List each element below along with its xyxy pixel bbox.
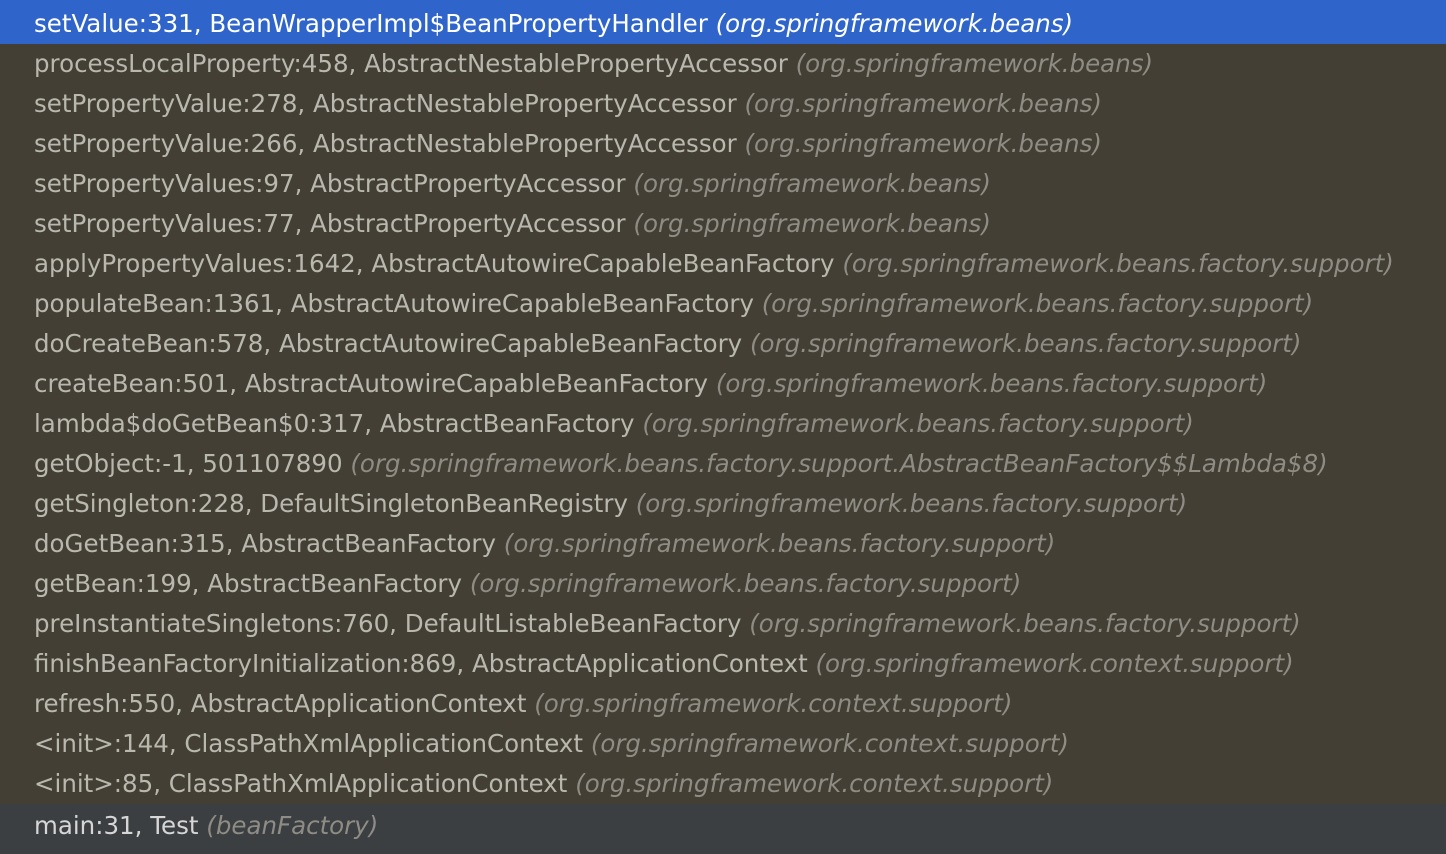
frame-location: getObject:-1, 501107890 [34, 449, 343, 478]
frame-location: setPropertyValues:77, AbstractPropertyAc… [34, 209, 626, 238]
frame-location: <init>:144, ClassPathXmlApplicationConte… [34, 729, 584, 758]
frame-package: (org.springframework.beans.factory.suppo… [469, 569, 1022, 598]
stack-frame-row[interactable]: <init>:85, ClassPathXmlApplicationContex… [0, 764, 1446, 804]
stack-frame-row[interactable]: getBean:199, AbstractBeanFactory (org.sp… [0, 564, 1446, 604]
stack-frame-row[interactable]: doCreateBean:578, AbstractAutowireCapabl… [0, 324, 1446, 364]
frame-location: preInstantiateSingletons:760, DefaultLis… [34, 609, 742, 638]
stack-frame-row[interactable]: setPropertyValue:266, AbstractNestablePr… [0, 124, 1446, 164]
frame-package: (org.springframework.beans.factory.suppo… [842, 249, 1394, 278]
frame-location: setPropertyValue:266, AbstractNestablePr… [34, 129, 737, 158]
frame-package: (org.springframework.beans) [633, 169, 991, 198]
stack-frame-row[interactable]: lambda$doGetBean$0:317, AbstractBeanFact… [0, 404, 1446, 444]
stack-frame-row-user-code[interactable]: main:31, Test (beanFactory) [0, 804, 1446, 854]
stack-frame-row[interactable]: setPropertyValue:278, AbstractNestablePr… [0, 84, 1446, 124]
frame-location: createBean:501, AbstractAutowireCapableB… [34, 369, 709, 398]
frame-package: (org.springframework.beans) [744, 129, 1102, 158]
stack-frame-row[interactable]: setValue:331, BeanWrapperImpl$BeanProper… [0, 4, 1446, 44]
stack-frame-row[interactable]: getSingleton:228, DefaultSingletonBeanRe… [0, 484, 1446, 524]
frame-package: (org.springframework.beans.factory.suppo… [503, 529, 1056, 558]
stack-frame-row[interactable]: applyPropertyValues:1642, AbstractAutowi… [0, 244, 1446, 284]
frame-package: (org.springframework.beans) [633, 209, 991, 238]
frame-package: (org.springframework.beans) [795, 49, 1154, 78]
frame-location: doCreateBean:578, AbstractAutowireCapabl… [34, 329, 743, 358]
frame-location: getBean:199, AbstractBeanFactory [34, 569, 463, 598]
frame-location: lambda$doGetBean$0:317, AbstractBeanFact… [34, 409, 635, 438]
frame-location: main:31, Test [34, 811, 199, 840]
stack-frame-row[interactable]: doGetBean:315, AbstractBeanFactory (org.… [0, 524, 1446, 564]
stack-frame-row[interactable]: createBean:501, AbstractAutowireCapableB… [0, 364, 1446, 404]
frame-location: setValue:331, BeanWrapperImpl$BeanProper… [34, 9, 708, 38]
stack-frame-row[interactable]: getObject:-1, 501107890 (org.springframe… [0, 444, 1446, 484]
stack-frame-row[interactable]: setPropertyValues:77, AbstractPropertyAc… [0, 204, 1446, 244]
stack-frame-row[interactable]: processLocalProperty:458, AbstractNestab… [0, 44, 1446, 84]
frame-package: (org.springframework.beans.factory.suppo… [642, 409, 1194, 438]
frame-location: finishBeanFactoryInitialization:869, Abs… [34, 649, 808, 678]
frame-location: processLocalProperty:458, AbstractNestab… [34, 49, 788, 78]
frame-package: (org.springframework.context.support) [575, 769, 1054, 798]
stack-frame-row[interactable]: preInstantiateSingletons:760, DefaultLis… [0, 604, 1446, 644]
frame-location: setPropertyValues:97, AbstractPropertyAc… [34, 169, 626, 198]
stack-frames-panel: setValue:331, BeanWrapperImpl$BeanProper… [0, 0, 1446, 854]
stack-frame-row[interactable]: refresh:550, AbstractApplicationContext … [0, 684, 1446, 724]
frame-location: <init>:85, ClassPathXmlApplicationContex… [34, 769, 568, 798]
frame-package: (org.springframework.beans.factory.suppo… [749, 609, 1301, 638]
frame-package: (org.springframework.beans.factory.suppo… [350, 449, 1328, 478]
stack-frame-row[interactable]: populateBean:1361, AbstractAutowireCapab… [0, 284, 1446, 324]
frame-package: (org.springframework.beans.factory.suppo… [715, 369, 1268, 398]
frame-package: (org.springframework.beans.factory.suppo… [761, 289, 1314, 318]
frame-location: populateBean:1361, AbstractAutowireCapab… [34, 289, 754, 318]
frame-package: (org.springframework.beans) [715, 9, 1074, 38]
frame-package: (org.springframework.context.support) [590, 729, 1069, 758]
stack-frame-row[interactable]: setPropertyValues:97, AbstractPropertyAc… [0, 164, 1446, 204]
frame-package: (org.springframework.beans.factory.suppo… [635, 489, 1188, 518]
frame-location: doGetBean:315, AbstractBeanFactory [34, 529, 496, 558]
frame-location: setPropertyValue:278, AbstractNestablePr… [34, 89, 737, 118]
frame-package: (org.springframework.context.support) [534, 689, 1013, 718]
frame-package: (org.springframework.context.support) [815, 649, 1294, 678]
stack-frame-row[interactable]: finishBeanFactoryInitialization:869, Abs… [0, 644, 1446, 684]
frame-package: (beanFactory) [206, 811, 379, 840]
frame-location: refresh:550, AbstractApplicationContext [34, 689, 527, 718]
frame-location: applyPropertyValues:1642, AbstractAutowi… [34, 249, 835, 278]
frame-package: (org.springframework.beans.factory.suppo… [749, 329, 1302, 358]
frame-location: getSingleton:228, DefaultSingletonBeanRe… [34, 489, 628, 518]
stack-frame-row[interactable]: <init>:144, ClassPathXmlApplicationConte… [0, 724, 1446, 764]
frame-package: (org.springframework.beans) [744, 89, 1102, 118]
